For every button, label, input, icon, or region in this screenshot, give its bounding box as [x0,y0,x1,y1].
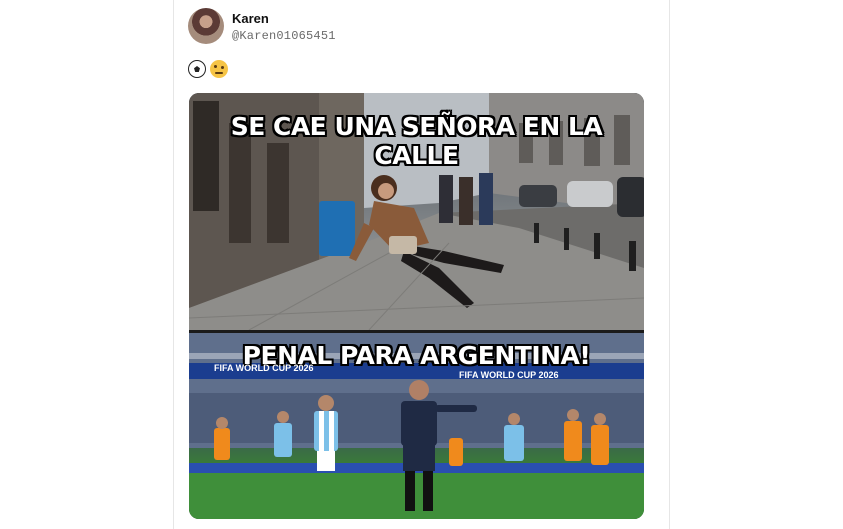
author-name[interactable]: Karen [232,11,269,26]
avatar[interactable] [188,8,224,44]
meme-panel-stadium: PENAL PARA ARGENTINA! FIFA WORLD CUP 202… [189,333,644,519]
face-with-raised-eyebrow-icon [210,60,228,78]
stadium-banner-text: FIFA WORLD CUP 2026 [214,363,314,373]
stadium-banner-text-2: FIFA WORLD CUP 2026 [459,370,559,380]
meme-panel-street: SE CAE UNA SEÑORA EN LA CALLE [189,93,644,330]
meme-top-caption: SE CAE UNA SEÑORA EN LA CALLE [230,112,603,170]
soccer-ball-icon [188,60,206,78]
tweet-text [188,60,228,80]
author-handle[interactable]: @Karen01065451 [232,29,336,43]
meme-image[interactable]: SE CAE UNA SEÑORA EN LA CALLE PENAL PARA… [189,93,644,519]
